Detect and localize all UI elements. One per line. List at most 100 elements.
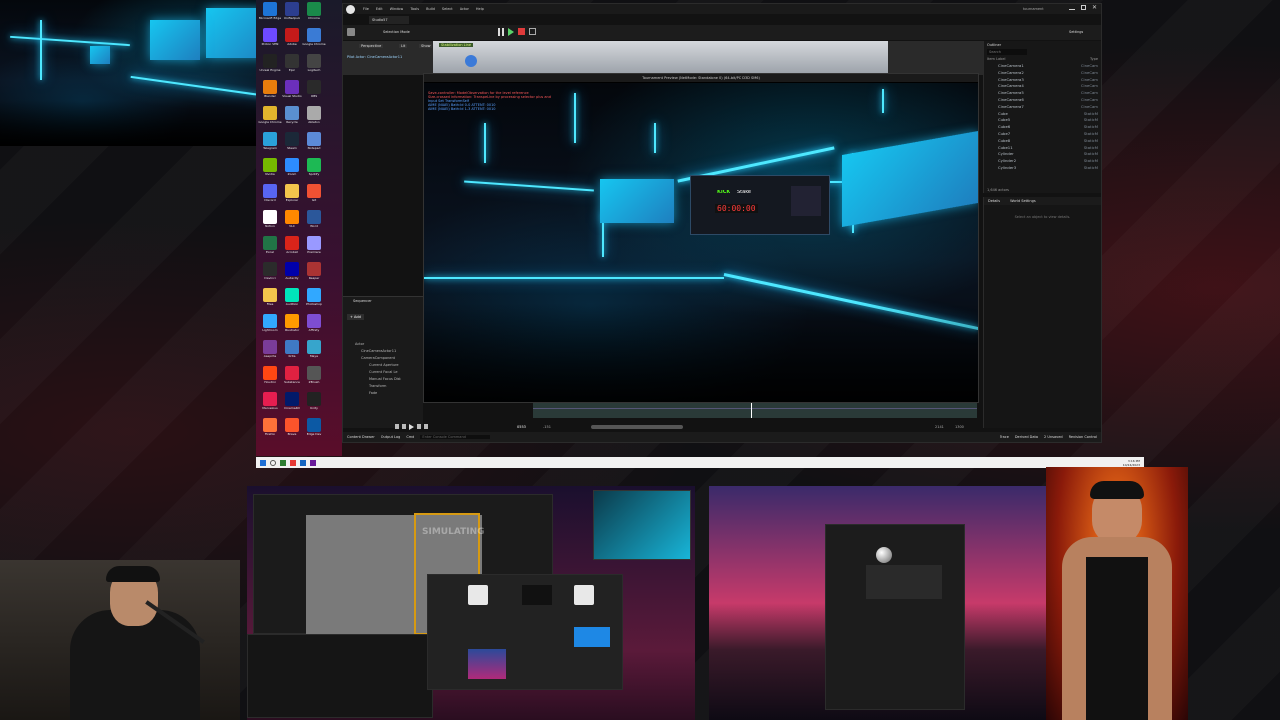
desktop-shortcut[interactable]: Cinema4D <box>281 392 303 416</box>
menu-item-file[interactable]: File <box>363 7 369 11</box>
outliner-row[interactable]: Cube7 StaticM <box>998 131 1098 138</box>
sequencer-track[interactable]: Manual Focus Dist <box>355 377 423 384</box>
desktop-shortcut[interactable]: Substance <box>281 366 303 390</box>
desktop-shortcut[interactable]: Google Chrome <box>258 106 282 130</box>
world-settings-tab[interactable]: World Settings <box>1010 199 1036 203</box>
desktop-shortcut[interactable]: VLC <box>281 210 303 234</box>
settings-button[interactable]: Settings <box>1069 30 1083 34</box>
maximize-icon[interactable] <box>1081 5 1086 10</box>
outliner-row[interactable]: CineCamera5 CineCam <box>998 90 1098 97</box>
viewport-tab-show[interactable]: Show <box>419 44 433 48</box>
menu-item-help[interactable]: Help <box>476 7 484 11</box>
desktop-shortcut[interactable]: Blender <box>259 80 281 104</box>
save-icon[interactable] <box>347 28 355 36</box>
desktop-shortcut[interactable]: Reaper <box>303 262 325 286</box>
desktop-shortcut[interactable]: Aseprite <box>259 340 281 364</box>
menu-item-actor[interactable]: Actor <box>460 7 469 11</box>
taskbar-app-icon[interactable] <box>300 459 306 466</box>
desktop-shortcut[interactable]: Premiere <box>303 236 325 260</box>
desktop-shortcut[interactable]: Houdini <box>259 366 281 390</box>
desktop-shortcut[interactable]: Spotify <box>303 158 325 182</box>
desktop-shortcut[interactable]: Notepad <box>303 132 325 156</box>
skip-forward-icon[interactable] <box>424 424 428 429</box>
sequencer-add-button[interactable]: + Add <box>347 314 364 320</box>
outliner-row[interactable]: CineCamera4 CineCam <box>998 83 1098 90</box>
desktop-shortcut[interactable]: Zoom <box>281 158 303 182</box>
content-drawer-button[interactable]: Content Drawer <box>347 435 375 439</box>
outliner-row[interactable]: CineCamera3 CineCam <box>998 77 1098 84</box>
play-sequence-icon[interactable] <box>409 424 414 430</box>
desktop-shortcut[interactable]: Word <box>303 210 325 234</box>
sequencer-track[interactable]: Current Aperture <box>355 363 423 370</box>
desktop-shortcut[interactable]: Adobe <box>281 28 303 52</box>
desktop-shortcut[interactable]: Maya <box>303 340 325 364</box>
desktop-shortcut[interactable]: Microsoft Edge <box>259 2 281 26</box>
outliner-row[interactable]: CineCamera6 CineCam <box>998 97 1098 104</box>
desktop-shortcut[interactable]: Brave <box>281 418 303 442</box>
menu-item-window[interactable]: Window <box>390 7 404 11</box>
sequencer-timeline[interactable] <box>533 402 977 418</box>
desktop-shortcut[interactable]: Logitech <box>303 54 325 78</box>
viewport-tab-lit[interactable]: Lit <box>399 44 408 48</box>
menu-item-build[interactable]: Build <box>426 7 435 11</box>
desktop-shortcut[interactable]: Davinci <box>259 262 281 286</box>
outliner-row[interactable]: CineCamera7 CineCam <box>998 104 1098 111</box>
desktop-shortcut[interactable]: Ableton <box>303 106 325 130</box>
level-viewport[interactable]: Perspective Lit Show Stabilization Line … <box>343 41 983 75</box>
desktop-shortcut[interactable]: Unreal Engine <box>259 54 281 78</box>
desktop-shortcut[interactable]: Krita <box>281 340 303 364</box>
sequencer-track[interactable]: CineCameraActor11 <box>355 349 423 356</box>
taskbar-app-icon[interactable] <box>290 459 296 466</box>
desktop-shortcut[interactable]: Unifiedpub <box>281 2 303 26</box>
selection-mode-button[interactable]: Selection Mode <box>383 30 427 34</box>
desktop-shortcut[interactable]: Discord <box>259 184 281 208</box>
desktop-shortcut[interactable]: Audacity <box>281 262 303 286</box>
revision-control-button[interactable]: Revision Control <box>1069 435 1097 439</box>
menu-item-select[interactable]: Select <box>442 7 453 11</box>
close-icon[interactable]: ✕ <box>1092 5 1098 11</box>
menu-item-tools[interactable]: Tools <box>410 7 419 11</box>
desktop-shortcut[interactable]: Firefox <box>259 418 281 442</box>
timeline-scrollbar[interactable] <box>591 425 683 429</box>
desktop-shortcut[interactable]: Google Chrome <box>302 28 326 52</box>
play-icon[interactable] <box>508 28 514 36</box>
sequencer-track[interactable]: CameraComponent <box>355 356 423 363</box>
desktop-shortcut[interactable]: Files <box>259 288 281 312</box>
desktop-shortcut[interactable]: Epic <box>281 54 303 78</box>
details-tab[interactable]: Details <box>988 199 1000 203</box>
outliner-row[interactable]: CineCamera2 CineCam <box>998 70 1098 77</box>
desktop-shortcut[interactable]: Chrome <box>303 2 325 26</box>
outliner-row[interactable]: Cylinder3 StaticM <box>998 165 1098 172</box>
desktop-shortcut[interactable]: Recycle <box>281 106 303 130</box>
project-tab[interactable]: Studio57 <box>369 16 409 24</box>
sequencer-track[interactable]: Fade <box>355 391 423 398</box>
taskbar-app-icon[interactable] <box>310 459 316 466</box>
sequencer-track[interactable]: Current Focal Le <box>355 370 423 377</box>
eject-icon[interactable] <box>529 28 536 35</box>
outliner-row[interactable]: CineCamera1 CineCam <box>998 63 1098 70</box>
outliner-row[interactable]: Cube8 StaticM <box>998 138 1098 145</box>
desktop-shortcut[interactable]: Marvelous <box>259 392 281 416</box>
cmd-button[interactable]: Cmd <box>406 435 414 439</box>
desktop-shortcut[interactable]: Excel <box>259 236 281 260</box>
trace-button[interactable]: Trace <box>1000 435 1009 439</box>
desktop-shortcut[interactable]: ZBrush <box>303 366 325 390</box>
playhead[interactable] <box>751 402 752 418</box>
desktop-shortcut[interactable]: Acrobat <box>281 236 303 260</box>
taskbar-app-icon[interactable] <box>280 459 286 466</box>
sequencer-track[interactable]: Transform <box>355 384 423 391</box>
desktop-shortcut[interactable]: Steam <box>281 132 303 156</box>
minimize-icon[interactable] <box>1069 9 1075 10</box>
derived-data-button[interactable]: Derived Data <box>1015 435 1038 439</box>
outliner-row[interactable]: Cube5 StaticM <box>998 117 1098 124</box>
outliner-row[interactable]: Cube6 StaticM <box>998 124 1098 131</box>
pause-icon[interactable] <box>498 28 504 36</box>
desktop-shortcut[interactable]: Illustrator <box>281 314 303 338</box>
desktop-shortcut[interactable]: Telegram <box>259 132 281 156</box>
desktop-shortcut[interactable]: Edge Dev <box>303 418 325 442</box>
outliner-row[interactable]: Cube StaticM <box>998 111 1098 118</box>
step-forward-icon[interactable] <box>417 424 421 429</box>
console-input[interactable]: Enter Console Command <box>420 435 491 439</box>
skip-back-icon[interactable] <box>395 424 399 429</box>
desktop-shortcut[interactable]: Unity <box>303 392 325 416</box>
